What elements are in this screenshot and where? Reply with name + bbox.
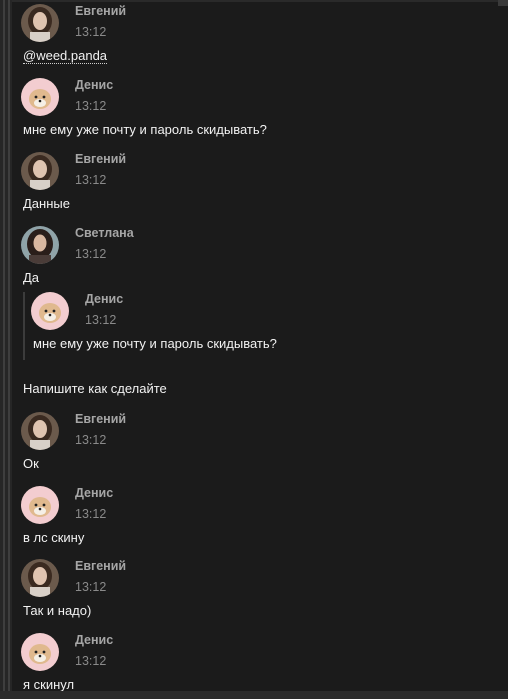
message-time: 13:12 <box>75 247 107 261</box>
quote-time: 13:12 <box>85 313 117 327</box>
message-author[interactable]: Светлана <box>75 226 134 240</box>
dog-avatar-icon[interactable] <box>31 292 69 330</box>
message-time: 13:12 <box>75 25 107 39</box>
message-time: 13:12 <box>75 580 107 594</box>
message: Денис 13:12 мне ему уже почту и пароль с… <box>21 78 491 144</box>
dog-avatar-icon[interactable] <box>21 633 59 671</box>
chat-window: Евгений 13:12 @weed.panda Денис 13:12 мн… <box>0 0 508 699</box>
message: Евгений 13:12 Так и надо) <box>21 559 491 625</box>
scrollbar-thumb[interactable] <box>498 0 508 6</box>
user-mention-link[interactable]: @weed.panda <box>23 48 108 64</box>
message-text: Так и надо) <box>23 603 92 618</box>
dog-avatar-icon[interactable] <box>21 486 59 524</box>
message-time: 13:12 <box>75 173 107 187</box>
girl-avatar-icon[interactable] <box>21 412 59 450</box>
message: Светлана 13:12 Да <box>21 226 491 292</box>
top-divider <box>12 0 498 2</box>
message-author[interactable]: Денис <box>75 486 113 500</box>
message: Евгений 13:12 Ок <box>21 412 491 478</box>
rail-line <box>3 0 5 699</box>
quote-bar <box>23 292 25 360</box>
girl-avatar-icon[interactable] <box>21 152 59 190</box>
message-author[interactable]: Денис <box>75 78 113 92</box>
message: Евгений 13:12 Данные <box>21 152 491 218</box>
message: Денис 13:12 в лс скину <box>21 486 491 552</box>
quote-text: мне ему уже почту и пароль скидывать? <box>33 336 277 351</box>
rail-line <box>8 0 10 699</box>
message-author[interactable]: Евгений <box>75 4 126 18</box>
woman-avatar-icon[interactable] <box>21 226 59 264</box>
message-time: 13:12 <box>75 99 107 113</box>
message-text: я скинул <box>23 677 75 692</box>
message-text: Да <box>23 270 40 285</box>
message-text: @weed.panda <box>23 48 108 64</box>
dog-avatar-icon[interactable] <box>21 78 59 116</box>
message-time: 13:12 <box>75 507 107 521</box>
message-text: в лс скину <box>23 530 85 545</box>
reply-text: Напишите как сделайте <box>23 381 167 396</box>
message: Напишите как сделайте <box>21 381 491 401</box>
message-time: 13:12 <box>75 433 107 447</box>
horizontal-scrollbar[interactable] <box>0 691 508 699</box>
message: Денис 13:12 я скинул <box>21 633 491 699</box>
message-text: мне ему уже почту и пароль скидывать? <box>23 122 267 137</box>
message-author[interactable]: Евгений <box>75 559 126 573</box>
message-time: 13:12 <box>75 654 107 668</box>
quoted-message[interactable]: Денис 13:12 мне ему уже почту и пароль с… <box>21 292 491 362</box>
message-text: Ок <box>23 456 39 471</box>
left-rail <box>0 0 12 699</box>
girl-avatar-icon[interactable] <box>21 559 59 597</box>
message: Евгений 13:12 @weed.panda <box>21 4 491 70</box>
quote-body: Денис 13:12 мне ему уже почту и пароль с… <box>31 292 481 362</box>
quote-author[interactable]: Денис <box>85 292 123 306</box>
message-author[interactable]: Денис <box>75 633 113 647</box>
message-author[interactable]: Евгений <box>75 412 126 426</box>
girl-avatar-icon[interactable] <box>21 4 59 42</box>
message-text: Данные <box>23 196 70 211</box>
message-author[interactable]: Евгений <box>75 152 126 166</box>
